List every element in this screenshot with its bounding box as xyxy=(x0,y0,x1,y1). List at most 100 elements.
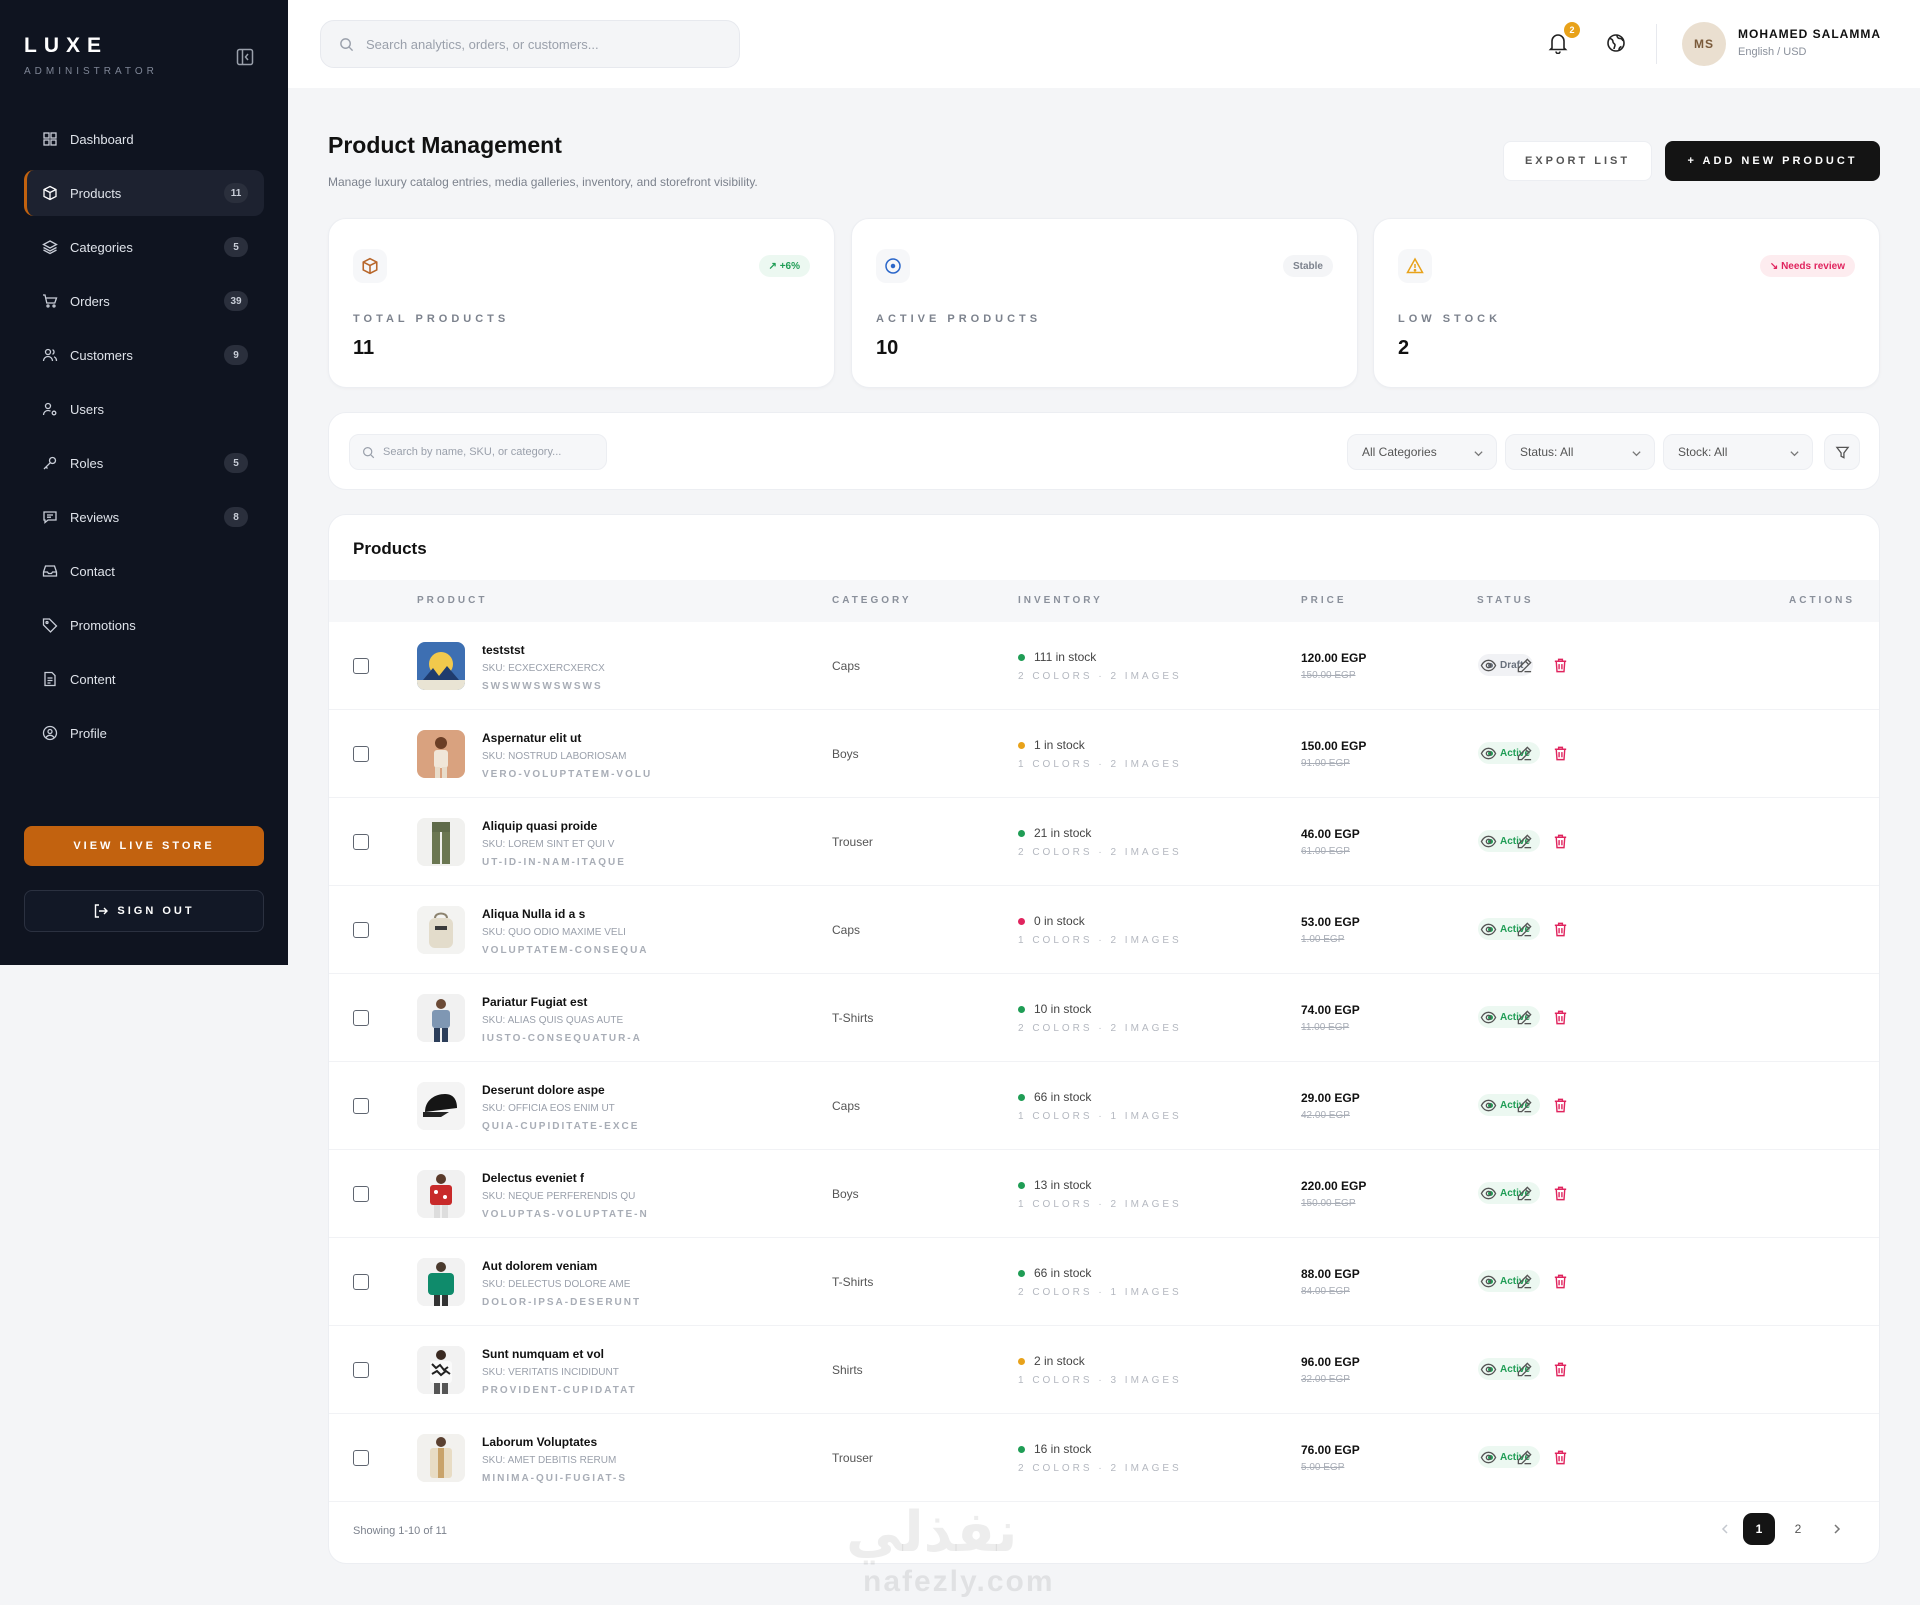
product-name[interactable]: teststst xyxy=(482,643,525,657)
view-icon[interactable] xyxy=(1480,921,1497,938)
edit-icon[interactable] xyxy=(1516,1273,1533,1290)
product-search-input[interactable]: Search by name, SKU, or category... xyxy=(349,434,607,470)
view-icon[interactable] xyxy=(1480,1009,1497,1026)
table-row[interactable]: Aspernatur elit ut SKU: NOSTRUD LABORIOSA… xyxy=(329,710,1879,798)
product-thumbnail[interactable] xyxy=(417,906,465,954)
column-header-category[interactable]: CATEGORY xyxy=(832,595,912,606)
sidebar-item-profile[interactable]: Profile xyxy=(24,710,264,756)
delete-icon[interactable] xyxy=(1552,1097,1569,1114)
edit-icon[interactable] xyxy=(1516,657,1533,674)
delete-icon[interactable] xyxy=(1552,1009,1569,1026)
product-name[interactable]: Laborum Voluptates xyxy=(482,1435,597,1449)
delete-icon[interactable] xyxy=(1552,1449,1569,1466)
product-name[interactable]: Pariatur Fugiat est xyxy=(482,995,587,1009)
column-header-price[interactable]: PRICE xyxy=(1301,595,1347,606)
edit-icon[interactable] xyxy=(1516,921,1533,938)
sidebar-item-contact[interactable]: Contact xyxy=(24,548,264,594)
view-icon[interactable] xyxy=(1480,1449,1497,1466)
delete-icon[interactable] xyxy=(1552,833,1569,850)
table-row[interactable]: Deserunt dolore aspe SKU: OFFICIA EOS ENI… xyxy=(329,1062,1879,1150)
sidebar-item-customers[interactable]: Customers 9 xyxy=(24,332,264,378)
row-checkbox[interactable] xyxy=(353,1010,369,1026)
next-page-button[interactable] xyxy=(1821,1513,1853,1545)
column-header-status[interactable]: STATUS xyxy=(1477,595,1534,606)
prev-page-button[interactable] xyxy=(1709,1513,1741,1545)
delete-icon[interactable] xyxy=(1552,745,1569,762)
view-icon[interactable] xyxy=(1480,1273,1497,1290)
view-icon[interactable] xyxy=(1480,1361,1497,1378)
product-thumbnail[interactable] xyxy=(417,1346,465,1394)
sidebar-item-promotions[interactable]: Promotions xyxy=(24,602,264,648)
sidebar-item-roles[interactable]: Roles 5 xyxy=(24,440,264,486)
sign-out-button[interactable]: SIGN OUT xyxy=(24,890,264,932)
table-row[interactable]: Laborum Voluptates SKU: AMET DEBITIS RERU… xyxy=(329,1414,1879,1502)
product-thumbnail[interactable] xyxy=(417,1082,465,1130)
page-button-1[interactable]: 1 xyxy=(1743,1513,1775,1545)
page-button-2[interactable]: 2 xyxy=(1782,1513,1814,1545)
row-checkbox[interactable] xyxy=(353,834,369,850)
add-new-product-button[interactable]: + ADD NEW PRODUCT xyxy=(1665,141,1880,181)
edit-icon[interactable] xyxy=(1516,1185,1533,1202)
product-thumbnail[interactable] xyxy=(417,1434,465,1482)
column-header-product[interactable]: PRODUCT xyxy=(417,595,487,606)
delete-icon[interactable] xyxy=(1552,657,1569,674)
globe-icon[interactable] xyxy=(1606,33,1626,53)
edit-icon[interactable] xyxy=(1516,745,1533,762)
product-thumbnail[interactable] xyxy=(417,642,465,690)
edit-icon[interactable] xyxy=(1516,1449,1533,1466)
sidebar-item-reviews[interactable]: Reviews 8 xyxy=(24,494,264,540)
edit-icon[interactable] xyxy=(1516,1009,1533,1026)
row-checkbox[interactable] xyxy=(353,1450,369,1466)
row-checkbox[interactable] xyxy=(353,1186,369,1202)
product-thumbnail[interactable] xyxy=(417,994,465,1042)
sidebar-item-users[interactable]: Users xyxy=(24,386,264,432)
row-checkbox[interactable] xyxy=(353,1362,369,1378)
product-name[interactable]: Sunt numquam et vol xyxy=(482,1347,604,1361)
view-icon[interactable] xyxy=(1480,1097,1497,1114)
view-icon[interactable] xyxy=(1480,1185,1497,1202)
user-name[interactable]: MOHAMED SALAMMA xyxy=(1738,27,1881,41)
status-select[interactable]: Status: All xyxy=(1505,434,1655,470)
table-row[interactable]: Aut dolorem veniam SKU: DELECTUS DOLORE A… xyxy=(329,1238,1879,1326)
table-row[interactable]: Aliqua Nulla id a s SKU: QUO ODIO MAXIME … xyxy=(329,886,1879,974)
product-thumbnail[interactable] xyxy=(417,730,465,778)
table-row[interactable]: Aliquip quasi proide SKU: LOREM SINT ET Q… xyxy=(329,798,1879,886)
column-header-inventory[interactable]: INVENTORY xyxy=(1018,595,1103,606)
view-live-store-button[interactable]: VIEW LIVE STORE xyxy=(24,826,264,866)
row-checkbox[interactable] xyxy=(353,1098,369,1114)
product-name[interactable]: Deserunt dolore aspe xyxy=(482,1083,605,1097)
table-row[interactable]: Pariatur Fugiat est SKU: ALIAS QUIS QUAS … xyxy=(329,974,1879,1062)
delete-icon[interactable] xyxy=(1552,1185,1569,1202)
edit-icon[interactable] xyxy=(1516,1361,1533,1378)
product-name[interactable]: Delectus eveniet f xyxy=(482,1171,584,1185)
row-checkbox[interactable] xyxy=(353,658,369,674)
filter-button[interactable] xyxy=(1824,434,1860,470)
product-thumbnail[interactable] xyxy=(417,818,465,866)
product-name[interactable]: Aliqua Nulla id a s xyxy=(482,907,585,921)
delete-icon[interactable] xyxy=(1552,1273,1569,1290)
product-name[interactable]: Aspernatur elit ut xyxy=(482,731,581,745)
avatar[interactable]: MS xyxy=(1682,22,1726,66)
edit-icon[interactable] xyxy=(1516,1097,1533,1114)
table-row[interactable]: Delectus eveniet f SKU: NEQUE PERFERENDIS… xyxy=(329,1150,1879,1238)
sidebar-item-products[interactable]: Products 11 xyxy=(24,170,264,216)
product-thumbnail[interactable] xyxy=(417,1170,465,1218)
product-thumbnail[interactable] xyxy=(417,1258,465,1306)
category-select[interactable]: All Categories xyxy=(1347,434,1497,470)
global-search-input[interactable]: Search analytics, orders, or customers..… xyxy=(320,20,740,68)
brand[interactable]: LUXE ADMINISTRATOR xyxy=(24,34,158,77)
sidebar-item-dashboard[interactable]: Dashboard xyxy=(24,116,264,162)
product-name[interactable]: Aut dolorem veniam xyxy=(482,1259,597,1273)
view-icon[interactable] xyxy=(1480,657,1497,674)
export-list-button[interactable]: EXPORT LIST xyxy=(1503,141,1652,181)
product-name[interactable]: Aliquip quasi proide xyxy=(482,819,597,833)
sidebar-item-categories[interactable]: Categories 5 xyxy=(24,224,264,270)
sidebar-item-content[interactable]: Content xyxy=(24,656,264,702)
collapse-sidebar-icon[interactable] xyxy=(236,48,254,66)
stock-select[interactable]: Stock: All xyxy=(1663,434,1813,470)
table-row[interactable]: teststst SKU: ECXECXERCXERCX SWSWWSWSWSWS C… xyxy=(329,622,1879,710)
edit-icon[interactable] xyxy=(1516,833,1533,850)
view-icon[interactable] xyxy=(1480,745,1497,762)
row-checkbox[interactable] xyxy=(353,746,369,762)
sidebar-item-orders[interactable]: Orders 39 xyxy=(24,278,264,324)
